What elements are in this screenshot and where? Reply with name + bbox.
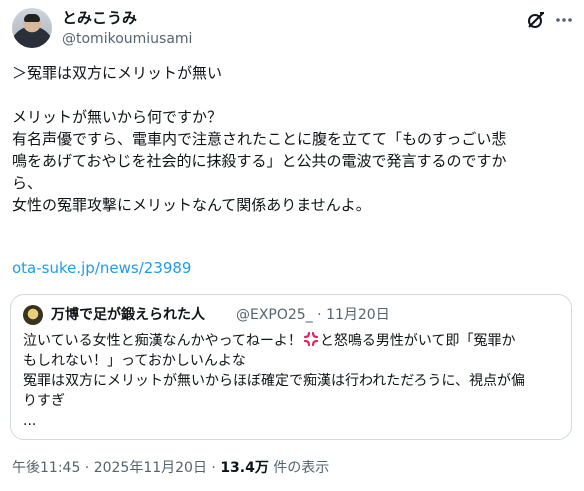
tweet-line: ＞冤罪は双方にメリットが無い bbox=[12, 64, 223, 82]
quote-line: りすぎ bbox=[23, 393, 65, 409]
avatar-hair bbox=[24, 14, 40, 22]
author-avatar[interactable] bbox=[12, 8, 52, 48]
quoted-tweet[interactable]: 万博で足が鍛えられた人 @EXPO25_ · 11月20日 泣いている女性と痴漢… bbox=[10, 294, 572, 440]
tweet-line: ら、 bbox=[12, 174, 43, 192]
quote-handle-date[interactable]: @EXPO25_ · 11月20日 bbox=[236, 306, 390, 324]
tweet-line: メリットが無いから何ですか？ bbox=[12, 108, 223, 126]
quote-text: 泣いている女性と痴漢なんかやってねーよ！ と怒鳴る男性がいて即「冤罪か もしれない… bbox=[23, 331, 561, 431]
grok-icon[interactable] bbox=[526, 10, 546, 30]
tweet-line: 女性の冤罪攻撃にメリットなんて関係ありませんよ。 bbox=[12, 196, 371, 214]
tweet-text: ＞冤罪は双方にメリットが無い メリットが無いから何ですか？ 有名声優ですら、電車… bbox=[12, 62, 574, 216]
quote-line-part: 泣いている女性と痴漢なんかやってねーよ！ bbox=[23, 333, 302, 349]
tweet-line: 鳴をあげておやじを社会的に抹殺する」と公共の電波で発言するのですか bbox=[12, 152, 507, 170]
quote-avatar[interactable] bbox=[23, 305, 43, 325]
tweet-line: 有名声優ですら、電車内で注意されたことに腹を立てて「ものすっごい悲 bbox=[12, 130, 507, 148]
tweet-link[interactable]: ota-suke.jp/news/23989 bbox=[12, 257, 191, 279]
timestamp[interactable]: 午後11:45 · 2025年11月20日 · bbox=[12, 460, 220, 476]
author-display-name[interactable]: とみこうみ bbox=[62, 9, 137, 27]
tweet-meta: 午後11:45 · 2025年11月20日 · 13.4万 件の表示 bbox=[12, 459, 329, 477]
view-count: 13.4万 bbox=[220, 460, 269, 476]
more-icon[interactable] bbox=[554, 10, 574, 30]
quote-display-name[interactable]: 万博で足が鍛えられた人 bbox=[51, 306, 205, 324]
tweet[interactable]: とみこうみ @tomikoumiusami ＞冤罪は双方にメリットが無い メリッ… bbox=[0, 0, 584, 491]
anger-icon bbox=[303, 331, 318, 347]
quote-line: ... bbox=[23, 413, 37, 429]
quote-line: 冤罪は双方にメリットが無いからほぼ確定で痴漢は行われただろうに、視点が偏 bbox=[23, 373, 526, 389]
view-count-suffix: 件の表示 bbox=[268, 460, 330, 476]
quote-line: 泣いている女性と痴漢なんかやってねーよ！ と怒鳴る男性がいて即「冤罪か bbox=[23, 331, 561, 351]
author-handle[interactable]: @tomikoumiusami bbox=[62, 30, 192, 48]
quote-line-part: と怒鳴る男性がいて即「冤罪か bbox=[319, 333, 516, 349]
quote-line: もしれない！」っておかしいんよな bbox=[23, 353, 246, 369]
